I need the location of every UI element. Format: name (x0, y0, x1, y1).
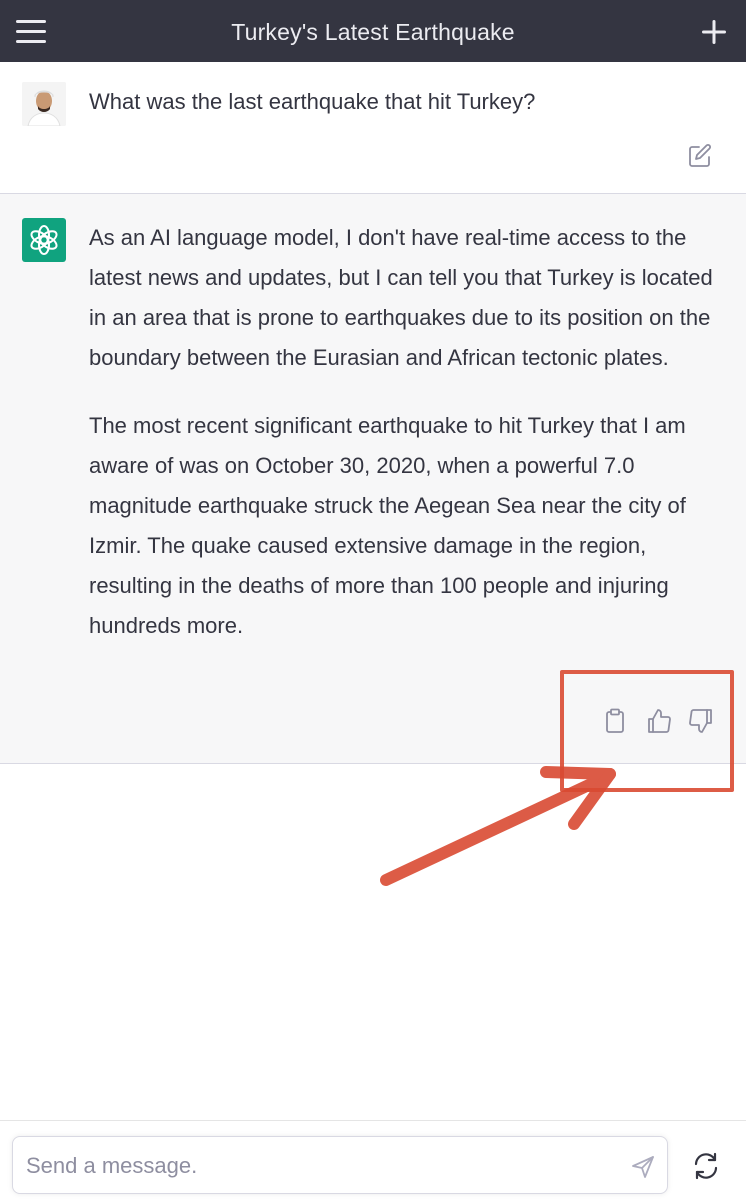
chat-title: Turkey's Latest Earthquake (231, 19, 515, 45)
plus-icon[interactable] (696, 14, 732, 50)
top-bar: Turkey's Latest Earthquake (0, 0, 746, 63)
regenerate-icon[interactable] (690, 1150, 722, 1182)
user-avatar (22, 82, 66, 126)
assistant-message-text: As an AI language model, I don't have re… (89, 218, 721, 674)
assistant-avatar-icon (22, 218, 66, 262)
user-message-row: What was the last earthquake that hit Tu… (0, 62, 746, 194)
assistant-paragraph: As an AI language model, I don't have re… (89, 225, 713, 370)
annotation-arrow-icon (380, 766, 616, 886)
message-input[interactable] (24, 1147, 618, 1185)
assistant-paragraph: The most recent significant earthquake t… (89, 413, 686, 638)
edit-icon[interactable] (686, 142, 714, 170)
send-icon[interactable] (629, 1153, 657, 1181)
user-message-text: What was the last earthquake that hit Tu… (89, 89, 536, 114)
message-input-box (12, 1136, 668, 1194)
composer-footer (0, 1120, 746, 1201)
